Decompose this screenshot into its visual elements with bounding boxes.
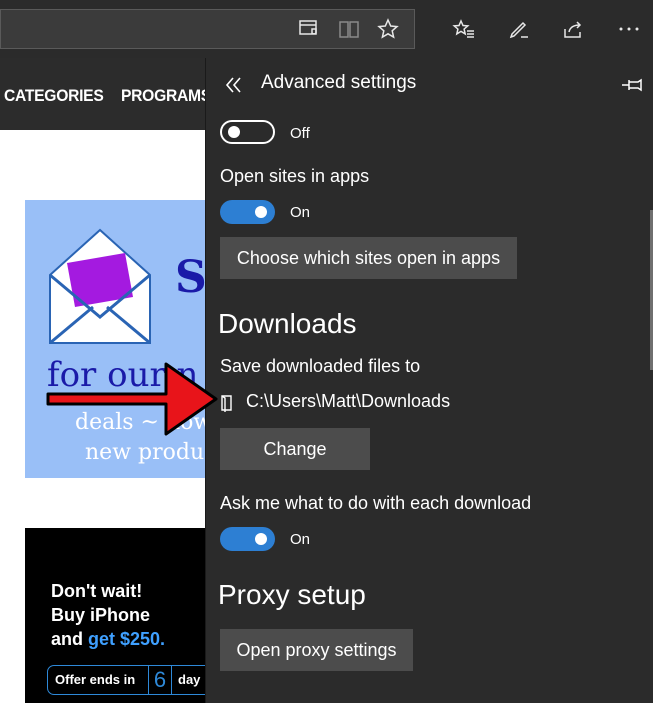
toggle-knob	[255, 533, 267, 545]
open-proxy-settings-button[interactable]: Open proxy settings	[220, 629, 413, 671]
ad2-line-2: Buy iPhone	[51, 605, 151, 625]
web-note-icon[interactable]	[507, 17, 531, 41]
double-chevron-left-icon[interactable]	[224, 74, 244, 96]
ad2-offer-box: Offer ends in 6 day	[47, 665, 210, 695]
ask-download-toggle-state: On	[290, 531, 311, 548]
ad-subline-2: new produ	[85, 440, 205, 465]
panel-header: Advanced settings	[206, 58, 653, 114]
ad2-offer-number: 6	[148, 665, 172, 695]
reading-list-add-icon[interactable]	[297, 17, 321, 41]
advanced-settings-panel: Advanced settings Off Open sites in apps…	[205, 58, 653, 703]
site-navigation: CATEGORIES PROGRAMS	[0, 58, 211, 130]
favorite-star-icon[interactable]	[376, 17, 400, 41]
red-arrow-icon	[46, 362, 218, 436]
proxy-heading: Proxy setup	[218, 579, 366, 610]
folder-icon	[220, 394, 234, 412]
ad2-offer-label: Offer ends in	[55, 672, 136, 687]
choose-sites-button[interactable]: Choose which sites open in apps	[220, 237, 517, 279]
pin-icon[interactable]	[621, 75, 643, 95]
downloads-heading: Downloads	[218, 308, 357, 339]
nav-item-programs[interactable]: PROGRAMS	[121, 86, 211, 106]
toggle-knob	[228, 126, 240, 138]
open-sites-toggle[interactable]	[220, 200, 275, 224]
top-toggle-state: Off	[290, 125, 310, 142]
favorites-hub-icon[interactable]	[452, 17, 476, 41]
ad2-line-3-prefix: and	[51, 629, 89, 649]
toggle-knob	[255, 206, 267, 218]
envelope-icon	[49, 228, 151, 345]
top-setting-toggle[interactable]	[220, 120, 275, 144]
ad2-line-3-highlight: get $250.	[88, 629, 166, 649]
panel-title: Advanced settings	[261, 72, 417, 93]
open-sites-toggle-state: On	[290, 204, 311, 221]
change-download-folder-button[interactable]: Change	[220, 428, 370, 470]
browser-toolbar	[0, 0, 653, 58]
ask-download-label: Ask me what to do with each download	[220, 493, 532, 513]
open-sites-label: Open sites in apps	[220, 166, 370, 186]
ad2-line-1: Don't wait!	[51, 581, 143, 601]
download-path: C:\Users\Matt\Downloads	[246, 391, 451, 411]
ad-partial-title: S	[175, 252, 207, 303]
ad2-line-3: and get $250.	[51, 629, 165, 650]
ask-download-toggle[interactable]	[220, 527, 275, 551]
share-icon[interactable]	[561, 17, 585, 41]
reading-view-icon[interactable]	[337, 17, 361, 41]
nav-item-categories[interactable]: CATEGORIES	[4, 86, 104, 106]
ad2-offer-suffix: day	[178, 672, 201, 687]
iphone-ad[interactable]: Don't wait! Buy iPhone and get $250. Off…	[25, 528, 210, 703]
save-to-label: Save downloaded files to	[220, 356, 421, 376]
more-icon[interactable]	[617, 17, 641, 41]
